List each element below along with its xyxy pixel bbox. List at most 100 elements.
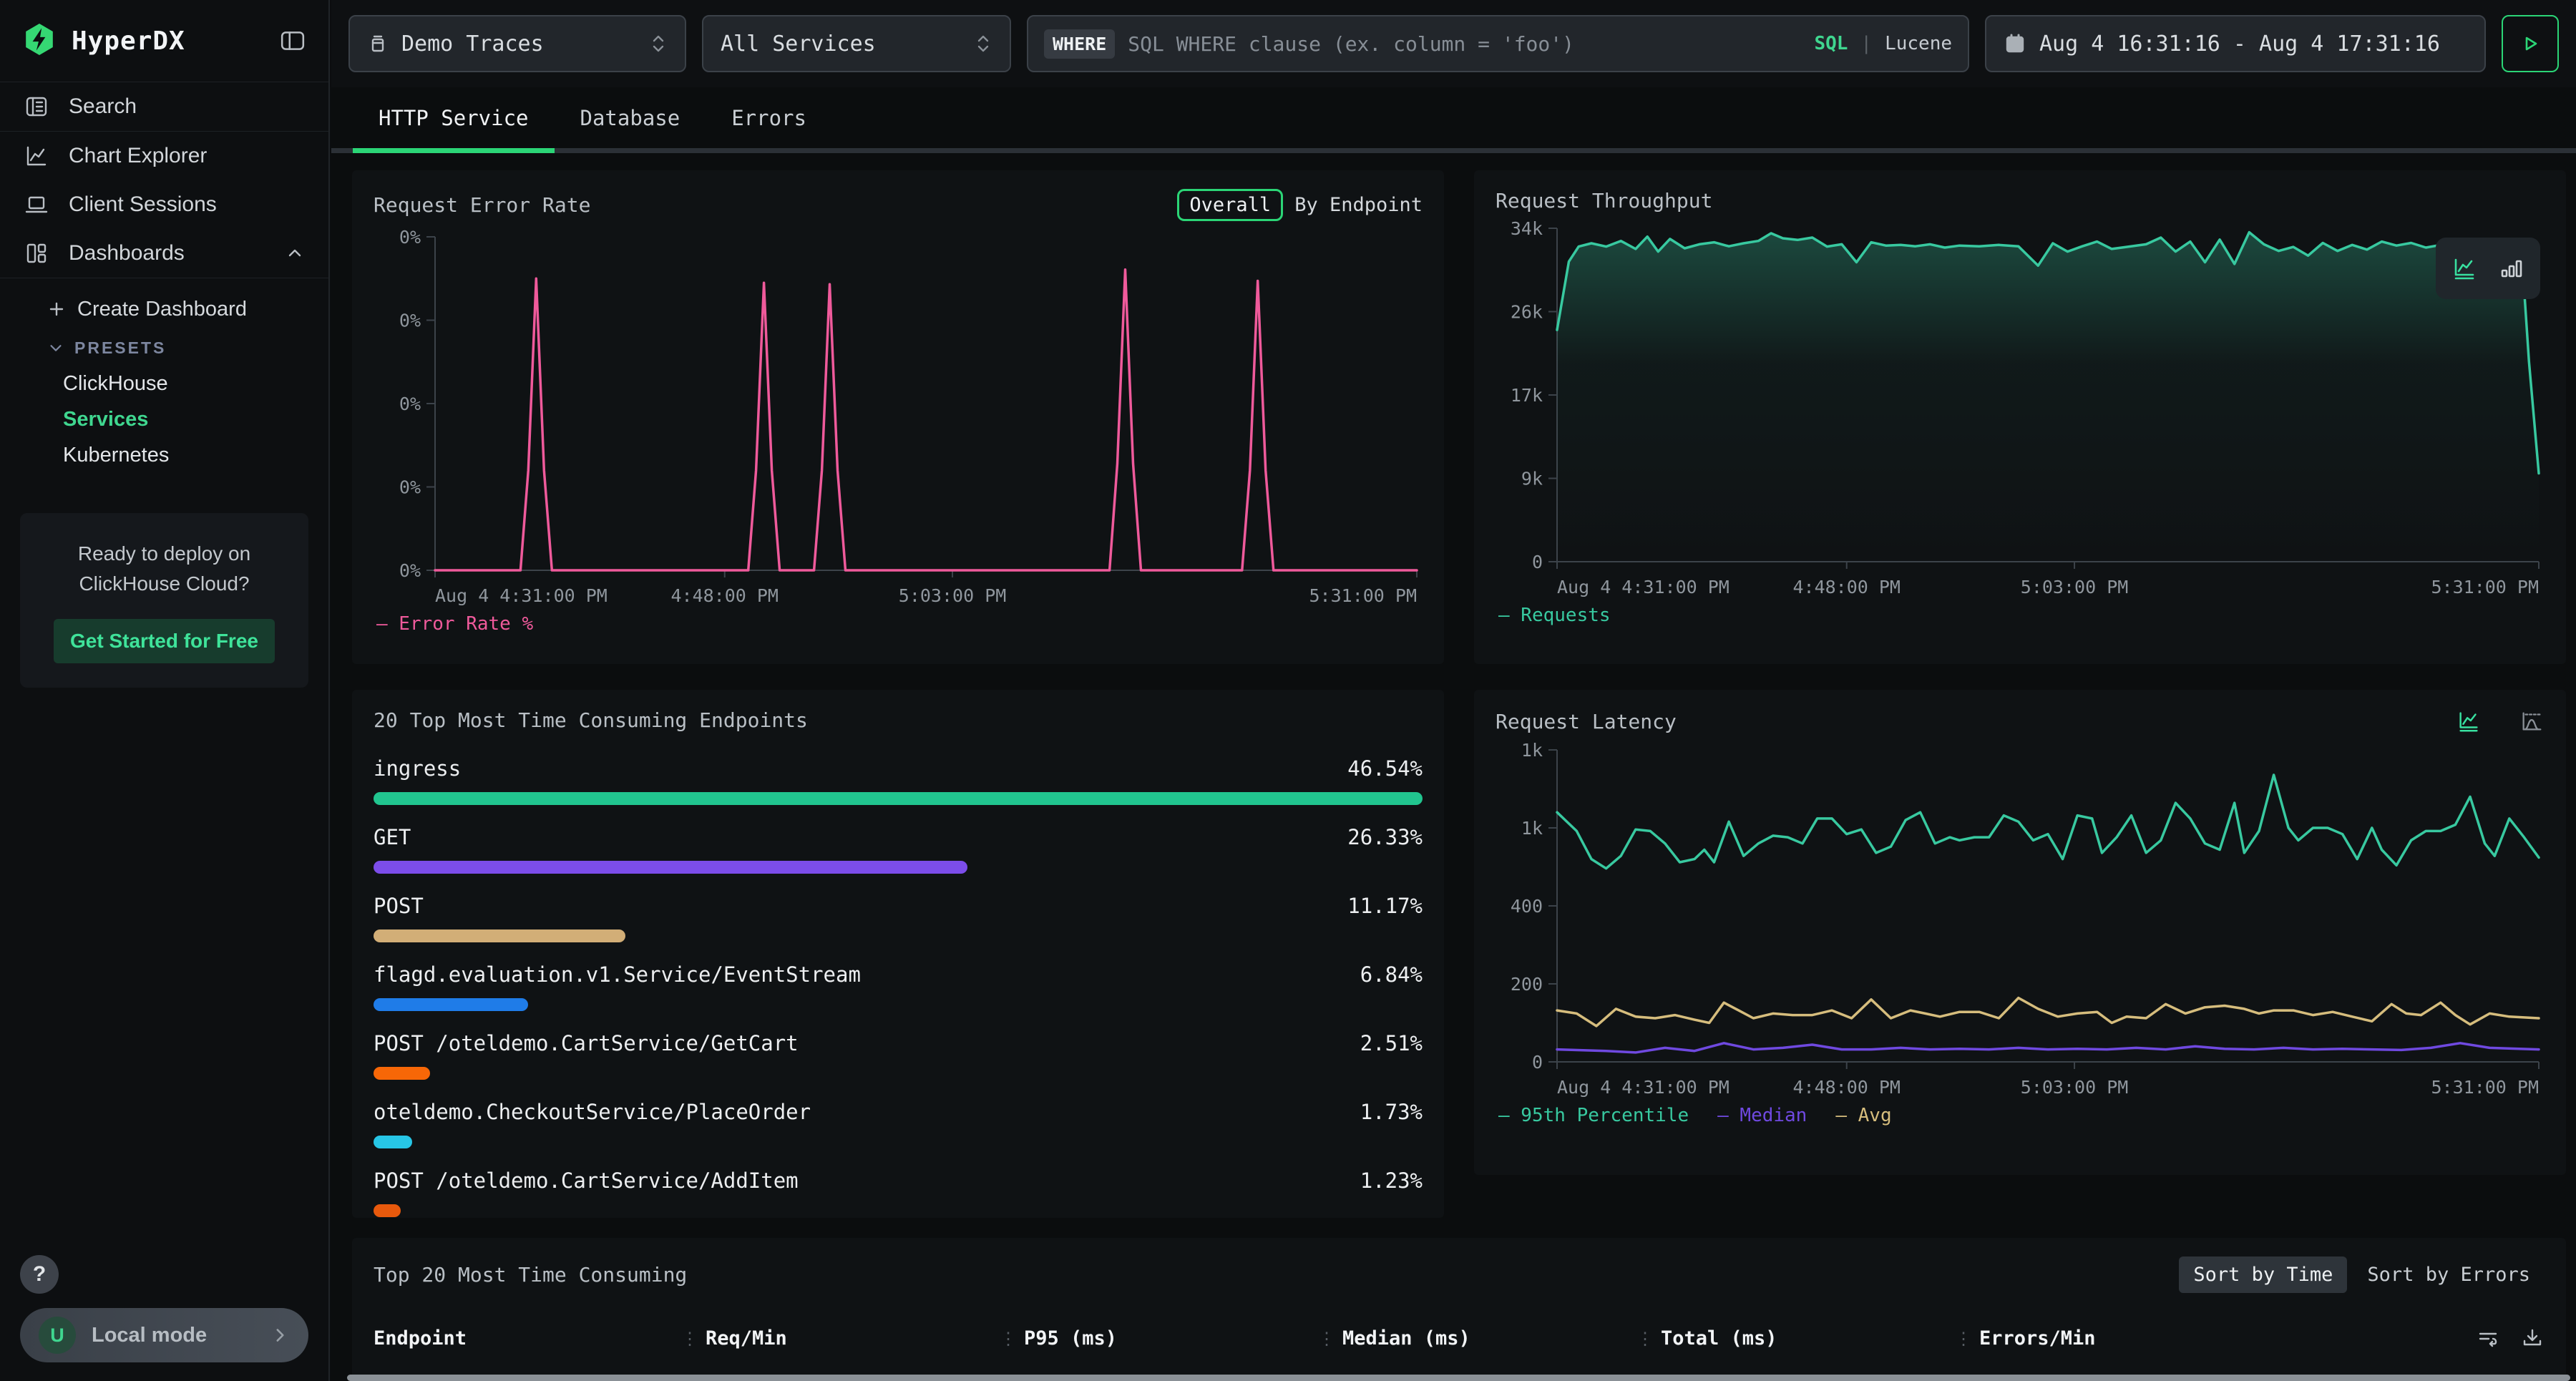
promo-line1: Ready to deploy on bbox=[36, 539, 293, 569]
list-item[interactable]: POST11.17% bbox=[374, 894, 1423, 942]
legend-requests[interactable]: — Requests bbox=[1498, 605, 1611, 626]
sql-mode-button[interactable]: SQL bbox=[1814, 33, 1848, 54]
svg-text:0%: 0% bbox=[399, 477, 421, 498]
column-header-req-min[interactable]: ⋮ Req/Min bbox=[681, 1327, 1000, 1350]
lucene-mode-button[interactable]: Lucene bbox=[1885, 33, 1952, 54]
list-item[interactable]: ingress46.54% bbox=[374, 756, 1423, 805]
endpoint-label: oteldemo.CheckoutService/PlaceOrder bbox=[374, 1100, 811, 1124]
bar-chart-icon bbox=[2498, 255, 2525, 282]
dashboards-icon bbox=[24, 241, 49, 265]
list-item[interactable]: POST /oteldemo.CartService/AddItem1.23% bbox=[374, 1168, 1423, 1217]
sidebar-item-kubernetes[interactable]: Kubernetes bbox=[47, 437, 328, 473]
sidebar-item-dashboards[interactable]: Dashboards bbox=[0, 229, 328, 278]
endpoint-bar bbox=[374, 792, 1423, 805]
distribution-icon bbox=[2519, 708, 2545, 734]
user-menu[interactable]: U Local mode bbox=[20, 1308, 308, 1362]
table-header-row: Endpoint ⋮ Req/Min ⋮P95 (ms) ⋮Median (ms)… bbox=[374, 1326, 2545, 1350]
distribution-chart-type-button[interactable] bbox=[2519, 708, 2545, 734]
download-button[interactable] bbox=[2520, 1326, 2545, 1350]
svg-text:0: 0 bbox=[1532, 1052, 1543, 1073]
wrap-text-button[interactable] bbox=[2476, 1326, 2500, 1350]
legend-95th-percentile[interactable]: — 95th Percentile bbox=[1498, 1105, 1689, 1126]
sidebar-item-search[interactable]: Search bbox=[0, 82, 328, 131]
legend-error-rate[interactable]: — Error Rate % bbox=[376, 613, 533, 635]
tab-bar: HTTP Service Database Errors bbox=[331, 87, 2576, 153]
tab-errors[interactable]: Errors bbox=[706, 87, 832, 148]
create-dashboard-button[interactable]: Create Dashboard bbox=[47, 288, 328, 330]
plus-icon bbox=[47, 300, 66, 318]
presets-toggle[interactable]: PRESETS bbox=[47, 330, 328, 366]
list-item[interactable]: POST /oteldemo.CartService/GetCart2.51% bbox=[374, 1031, 1423, 1080]
svg-text:17k: 17k bbox=[1511, 385, 1543, 406]
sidebar-collapse-icon[interactable] bbox=[280, 28, 306, 54]
sidebar-item-label: Chart Explorer bbox=[69, 144, 207, 168]
column-header-total[interactable]: ⋮ Total (ms) bbox=[1636, 1327, 1955, 1350]
chart-title: 20 Top Most Time Consuming Endpoints bbox=[374, 708, 808, 732]
list-item[interactable]: oteldemo.CheckoutService/PlaceOrder1.73% bbox=[374, 1100, 1423, 1148]
sidebar-item-clickhouse[interactable]: ClickHouse bbox=[47, 366, 328, 401]
endpoint-value: 2.51% bbox=[1360, 1031, 1423, 1055]
drag-handle-icon[interactable]: ⋮ bbox=[1000, 1329, 1017, 1349]
legend-median[interactable]: — Median bbox=[1717, 1105, 1807, 1126]
column-header-endpoint[interactable]: Endpoint bbox=[374, 1327, 681, 1350]
column-header-errors-min[interactable]: ⋮Errors/Min bbox=[1955, 1327, 2459, 1350]
overall-toggle-button[interactable]: Overall bbox=[1177, 189, 1283, 221]
svg-text:Aug 4 4:31:00 PM: Aug 4 4:31:00 PM bbox=[1557, 1077, 1729, 1098]
legend-avg[interactable]: — Avg bbox=[1835, 1105, 1891, 1126]
drag-handle-icon[interactable]: ⋮ bbox=[681, 1329, 698, 1349]
sidebar-item-chart-explorer[interactable]: Chart Explorer bbox=[0, 132, 328, 180]
request-error-rate-card: Request Error Rate Overall By Endpoint 0… bbox=[352, 170, 1444, 664]
search-input[interactable] bbox=[1128, 32, 1801, 56]
chart-type-toggle bbox=[2436, 238, 2540, 299]
help-button[interactable]: ? bbox=[20, 1255, 59, 1294]
sort-by-errors-button[interactable]: Sort by Errors bbox=[2353, 1256, 2545, 1293]
svg-text:26k: 26k bbox=[1511, 302, 1543, 323]
source-select[interactable]: Demo Traces bbox=[348, 15, 686, 72]
chart-title: Request Latency bbox=[1496, 710, 1677, 733]
svg-text:4:48:00 PM: 4:48:00 PM bbox=[670, 585, 779, 606]
selector-icon bbox=[649, 31, 668, 56]
app-title[interactable]: HyperDX bbox=[72, 26, 185, 56]
endpoint-label: GET bbox=[374, 825, 411, 849]
sidebar-item-client-sessions[interactable]: Client Sessions bbox=[0, 180, 328, 229]
horizontal-scrollbar[interactable] bbox=[347, 1375, 2570, 1381]
play-icon bbox=[2519, 33, 2541, 54]
line-chart-type-button[interactable] bbox=[2451, 255, 2478, 282]
svg-text:0%: 0% bbox=[399, 311, 421, 331]
list-item[interactable]: GET26.33% bbox=[374, 825, 1423, 874]
drag-handle-icon[interactable]: ⋮ bbox=[1318, 1329, 1335, 1349]
svg-text:5:03:00 PM: 5:03:00 PM bbox=[2021, 1077, 2129, 1098]
drag-handle-icon[interactable]: ⋮ bbox=[1955, 1329, 1972, 1349]
column-header-p95[interactable]: ⋮P95 (ms) bbox=[1000, 1327, 1318, 1350]
preset-label: Services bbox=[63, 408, 148, 431]
run-query-button[interactable] bbox=[2502, 15, 2559, 72]
bar-chart-type-button[interactable] bbox=[2498, 255, 2525, 282]
by-endpoint-toggle-button[interactable]: By Endpoint bbox=[1294, 194, 1423, 216]
sidebar-item-label: Dashboards bbox=[69, 241, 185, 265]
line-chart-type-button[interactable] bbox=[2456, 708, 2482, 734]
sidebar-item-services[interactable]: Services bbox=[47, 401, 328, 437]
svg-text:5:03:00 PM: 5:03:00 PM bbox=[2021, 577, 2129, 597]
svg-text:4:48:00 PM: 4:48:00 PM bbox=[1792, 1077, 1901, 1098]
column-label: Total (ms) bbox=[1661, 1327, 1777, 1350]
tab-database[interactable]: Database bbox=[555, 87, 706, 148]
endpoint-label: flagd.evaluation.v1.Service/EventStream bbox=[374, 962, 861, 987]
svg-text:5:31:00 PM: 5:31:00 PM bbox=[1309, 585, 1417, 606]
sort-by-time-button[interactable]: Sort by Time bbox=[2179, 1256, 2347, 1293]
sidebar-item-label: Search bbox=[69, 94, 137, 119]
hyperdx-logo-icon[interactable] bbox=[23, 23, 56, 59]
tab-http-service[interactable]: HTTP Service bbox=[353, 87, 555, 148]
column-header-median[interactable]: ⋮Median (ms) bbox=[1318, 1327, 1636, 1350]
list-item[interactable]: flagd.evaluation.v1.Service/EventStream6… bbox=[374, 962, 1423, 1011]
service-select[interactable]: All Services bbox=[702, 15, 1011, 72]
drag-handle-icon[interactable]: ⋮ bbox=[1636, 1329, 1654, 1349]
get-started-button[interactable]: Get Started for Free bbox=[54, 619, 275, 663]
time-range-picker[interactable]: Aug 4 16:31:16 - Aug 4 17:31:16 bbox=[1985, 15, 2486, 72]
endpoint-value: 46.54% bbox=[1347, 756, 1423, 781]
column-label: Req/Min bbox=[706, 1327, 787, 1350]
endpoint-value: 1.23% bbox=[1360, 1168, 1423, 1193]
request-throughput-card: Request Throughput 09k17k26k34kAug 4 4:3… bbox=[1474, 170, 2566, 664]
endpoint-bar-list: ingress46.54% GET26.33% POST11.17% flagd… bbox=[374, 756, 1423, 1217]
svg-text:400: 400 bbox=[1511, 896, 1543, 917]
endpoint-bar bbox=[374, 1204, 401, 1217]
